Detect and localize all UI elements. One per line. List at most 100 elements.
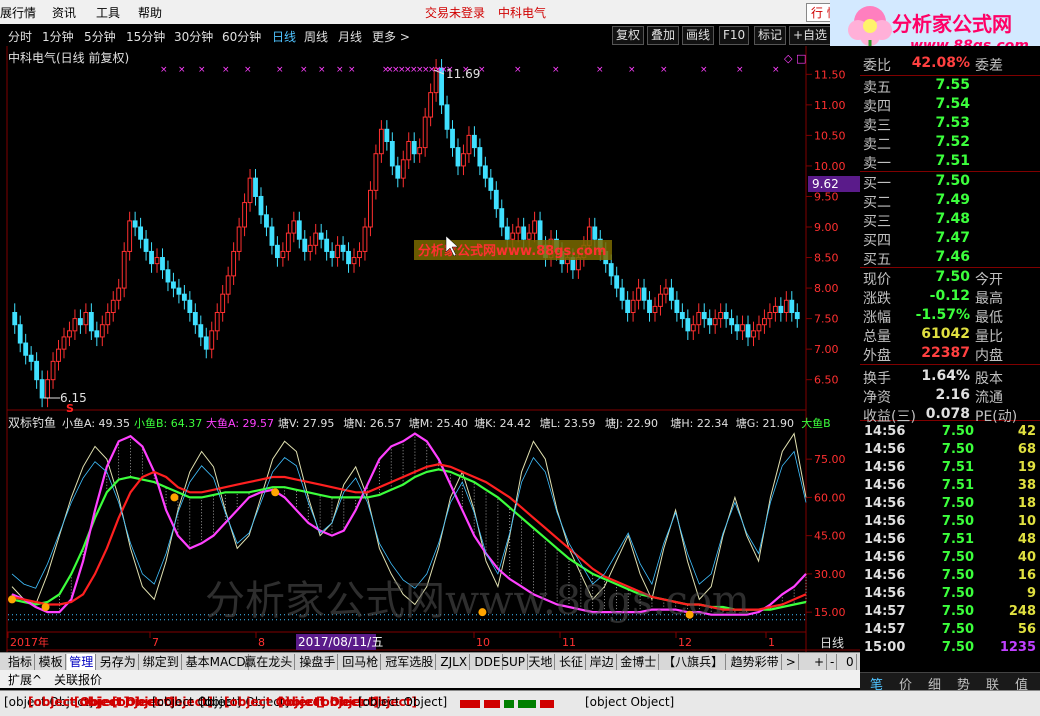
- menu-item-tools[interactable]: 工具: [96, 4, 120, 21]
- row-value: 7.49: [935, 192, 970, 208]
- mark-button[interactable]: 标记: [754, 26, 787, 45]
- menu-item-market[interactable]: 展行情: [0, 4, 36, 21]
- tick-time: 14:57: [864, 622, 906, 637]
- row-label-2: 流通: [975, 390, 1003, 406]
- candle-body: [236, 226, 242, 252]
- indicator-value: 塘J: 22.90: [605, 416, 658, 430]
- row-value: 7.51: [935, 153, 970, 169]
- f10-button[interactable]: F10: [719, 26, 750, 45]
- indicator-tab[interactable]: 岸边: [588, 654, 617, 670]
- tick-time: 14:56: [864, 532, 906, 547]
- row-label: 卖二: [863, 137, 891, 153]
- indicator-tab[interactable]: 模板: [37, 654, 66, 670]
- menu-item-help[interactable]: 帮助: [138, 4, 162, 21]
- period-tab-1min[interactable]: 1分钟: [42, 28, 74, 45]
- candle-body: [302, 238, 308, 252]
- candle-body: [450, 128, 455, 149]
- indicator-tab[interactable]: 绑定到: [141, 654, 182, 670]
- candle-body: [679, 312, 685, 320]
- indicator-tab[interactable]: 【八旗兵】: [661, 654, 727, 670]
- period-tab-intraday[interactable]: 分时: [8, 28, 32, 45]
- candle-body: [647, 299, 652, 314]
- indicator-tab[interactable]: 趋势彩带: [729, 654, 782, 670]
- indicator-tab[interactable]: 管理: [67, 654, 97, 670]
- candle-body: [72, 318, 78, 332]
- candle-body: [745, 324, 751, 338]
- tick-volume: 16: [1017, 568, 1036, 583]
- row-value: 2.16: [935, 387, 970, 403]
- signal-dot: [170, 493, 179, 502]
- indicator-tab[interactable]: >: [784, 654, 799, 670]
- stat-row: 换手 1.64% 股本: [860, 368, 1040, 387]
- tick-time: 14:57: [864, 604, 906, 619]
- extension-tabs: 扩展^ 关联报价: [0, 670, 860, 688]
- signal-mark: ×: [276, 65, 284, 75]
- zoom-button[interactable]: 0: [844, 654, 857, 670]
- adjust-button[interactable]: 复权: [612, 26, 645, 45]
- indicator-tab[interactable]: 操盘手: [297, 654, 339, 670]
- overlay-button[interactable]: 叠加: [647, 26, 680, 45]
- diamond-icon: ◇: [784, 52, 793, 65]
- menu-item-news[interactable]: 资讯: [52, 4, 76, 21]
- tick-price: 7.50: [941, 586, 974, 601]
- candle-body: [231, 250, 237, 277]
- period-tab-daily[interactable]: 日线: [272, 28, 296, 45]
- quote-panel: 委比 42.08% 委差 卖五 7.55 卖四 7.54 卖三 7.53 卖二 7.52 卖一 7…: [860, 46, 1040, 672]
- row-label: 买二: [863, 195, 891, 211]
- indicator-tab[interactable]: 另存为: [98, 654, 139, 670]
- candle-body: [61, 336, 67, 350]
- row-label-2: PE(动): [975, 409, 1018, 425]
- candle-body: [116, 287, 122, 301]
- indicator-tab[interactable]: 金博士: [618, 654, 660, 670]
- period-tab-60min[interactable]: 60分钟: [222, 28, 261, 45]
- row-label: 总量: [863, 329, 891, 345]
- related-quote-tab[interactable]: 关联报价: [54, 671, 102, 688]
- candle-body: [652, 305, 658, 313]
- period-tab-monthly[interactable]: 月线: [338, 28, 362, 45]
- tick-row: 14:56 7.50 18: [860, 496, 1040, 514]
- candle-body: [291, 220, 297, 234]
- stat-row: 外盘 22387 内盘: [860, 345, 1040, 364]
- period-tab-weekly[interactable]: 周线: [304, 28, 328, 45]
- signal-mark: ×: [736, 65, 744, 75]
- candle-body: [663, 287, 669, 295]
- tick-volume: 42: [1017, 424, 1036, 439]
- tick-row: 14:56 7.51 19: [860, 460, 1040, 478]
- divider: [860, 75, 1040, 76]
- tick-time: 14:56: [864, 460, 906, 475]
- candle-body: [357, 250, 362, 259]
- indicator-tabs: 指标 模板 管理 另存为 绑定到 基本MACD 赢在龙头 操盘手 回马枪 冠军选股 ZJLX DDE S…: [0, 652, 860, 671]
- indicator-tab[interactable]: 冠军选股: [383, 654, 437, 670]
- price-tick-label: 11.00: [814, 99, 846, 112]
- candle-body: [313, 232, 319, 246]
- date-label: 8: [258, 636, 265, 649]
- add-watchlist-button[interactable]: +自选: [789, 26, 832, 45]
- extend-tab[interactable]: 扩展^: [8, 671, 42, 688]
- candle-body: [187, 299, 193, 314]
- zoom-button[interactable]: +: [812, 654, 828, 670]
- candle-body: [258, 195, 264, 216]
- indicator-tab[interactable]: 基本MACD: [184, 654, 249, 670]
- zoom-button[interactable]: -: [828, 654, 838, 670]
- signal-mark: ×: [514, 65, 522, 75]
- period-tab-30min[interactable]: 30分钟: [174, 28, 213, 45]
- indicator-tab[interactable]: 赢在龙头: [242, 654, 296, 670]
- indicator-tab[interactable]: SUP: [499, 654, 529, 670]
- indicator-tab[interactable]: ZJLX: [438, 654, 471, 670]
- period-tab-more[interactable]: 更多 >: [372, 28, 410, 45]
- tick-row: 14:56 7.50 9: [860, 586, 1040, 604]
- signal-mark: ×: [596, 65, 604, 75]
- indicator-tab[interactable]: 天地: [526, 654, 556, 670]
- indicator-value: 小鱼A: 49.35: [62, 416, 130, 430]
- indicator-tab[interactable]: 长征: [557, 654, 587, 670]
- period-tab-5min[interactable]: 5分钟: [84, 28, 116, 45]
- candle-body: [45, 379, 50, 399]
- draw-line-button[interactable]: 画线: [682, 26, 715, 45]
- chart-area[interactable]: 11.50 11.00 10.50 10.00 9.50 9.00 8.50 8.00 7.50…: [0, 46, 860, 652]
- indicator-tab[interactable]: 指标: [6, 654, 36, 670]
- period-tab-15min[interactable]: 15分钟: [126, 28, 165, 45]
- login-status[interactable]: 交易未登录: [425, 4, 485, 21]
- signal-mark: ×: [628, 65, 636, 75]
- indicator-tab[interactable]: 回马枪: [340, 654, 382, 670]
- price-tick-label: 9.00: [814, 221, 839, 234]
